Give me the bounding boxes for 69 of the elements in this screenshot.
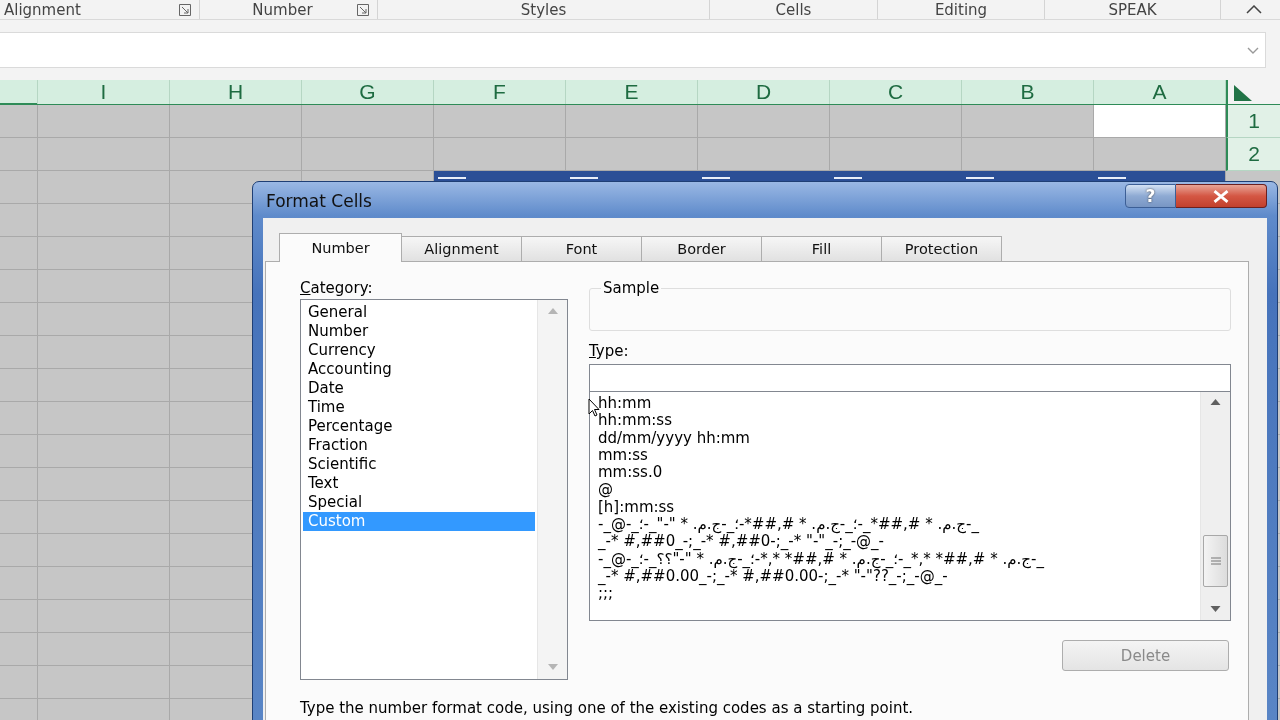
category-list[interactable]: General Number Currency Accounting Date Time Percentage Fraction Scientific Text Special Custom [300, 299, 568, 680]
format-code-item[interactable]: _-* #,##0.00_-;_-* #,##0.00-;_-* "-"??_-;_-@_- [598, 567, 1194, 586]
scroll-down-icon[interactable] [1210, 606, 1221, 612]
hint-text: Type the number format code, using one of the existing codes as a starting point. [300, 699, 914, 717]
column-header[interactable]: H [170, 80, 302, 104]
column-header[interactable]: A [1094, 80, 1226, 104]
dialog-tab[interactable]: Font [521, 236, 642, 261]
type-input-field[interactable] [589, 364, 1231, 392]
scrollbar[interactable] [1200, 392, 1230, 620]
ribbon-group-label: Styles [520, 0, 567, 19]
category-label: Category: [300, 278, 373, 298]
mouse-pointer-icon [588, 398, 600, 417]
dialog-tab[interactable]: Alignment [401, 236, 522, 261]
row-header[interactable]: 2 [1226, 138, 1280, 171]
scroll-up-icon[interactable] [1210, 399, 1221, 405]
ribbon-group-label: Editing [934, 0, 988, 19]
ribbon-group-label: Number [252, 0, 313, 19]
dialog-launcher-icon[interactable] [179, 3, 191, 16]
collapse-ribbon-icon[interactable] [1246, 5, 1262, 14]
category-item[interactable]: Fraction [303, 436, 535, 455]
format-code-item[interactable]: _-* #,##0_-;_-* #,##0-;_-* "-"_-;_-@_- [598, 533, 1194, 551]
close-button[interactable] [1176, 184, 1267, 208]
format-code-item[interactable]: hh:mm [598, 395, 1194, 413]
active-cell[interactable] [1094, 105, 1226, 138]
format-code-item[interactable]: -_@-_؛-_؟؟"-" * .م.ج-_؛-*,* *##,# * .م.ج-_؛-_*,* *##,# * .م.ج-_ [598, 550, 1194, 568]
column-header[interactable]: C [830, 80, 962, 104]
sample-label: Sample [602, 279, 661, 297]
category-item[interactable]: Text [303, 474, 535, 493]
ribbon-group-label: Cells [775, 0, 812, 19]
formula-bar-field[interactable] [0, 32, 1266, 68]
category-item[interactable]: Currency [303, 341, 535, 360]
category-item[interactable]: Percentage [303, 417, 535, 436]
format-code-item[interactable]: dd/mm/yyyy hh:mm [598, 429, 1194, 447]
ribbon-group-label: SPEAK [1108, 0, 1157, 19]
row-header[interactable]: 1 [1226, 105, 1280, 138]
category-item[interactable]: Date [303, 379, 535, 398]
column-header[interactable]: G [302, 80, 434, 104]
format-code-item[interactable]: @ [598, 481, 1194, 499]
dialog-tab[interactable]: Number [279, 233, 402, 262]
format-code-item[interactable]: mm:ss.0 [598, 464, 1194, 482]
format-code-item[interactable]: hh:mm:ss [598, 412, 1194, 430]
ribbon-group-label: Alignment [4, 0, 81, 19]
column-header[interactable]: D [698, 80, 830, 104]
column-header[interactable]: I [38, 80, 170, 104]
column-header[interactable]: F [434, 80, 566, 104]
column-header[interactable]: B [962, 80, 1094, 104]
close-icon [1213, 189, 1229, 203]
dialog-tab[interactable]: Fill [761, 236, 882, 261]
category-item[interactable]: Special [303, 493, 535, 512]
dialog-tab[interactable]: Border [641, 236, 762, 261]
column-header[interactable]: E [566, 80, 698, 104]
category-item[interactable]: Time [303, 398, 535, 417]
category-item[interactable]: Scientific [303, 455, 535, 474]
format-code-item[interactable]: mm:ss [598, 446, 1194, 465]
category-item[interactable]: Number [303, 322, 535, 341]
dialog-tab[interactable]: Protection [881, 236, 1002, 261]
select-all-triangle-icon[interactable] [1234, 85, 1252, 101]
category-item[interactable]: Accounting [303, 360, 535, 379]
format-code-list[interactable] [589, 392, 1231, 621]
type-label: Type: [589, 341, 629, 361]
dialog-launcher-icon[interactable] [357, 3, 369, 16]
format-code-item[interactable]: -_@-_؛-_"-" * .م.ج-_؛-*##,# * .م.ج-_؛-_*##,# * .م.ج-_ [598, 516, 1194, 534]
format-code-item[interactable]: [h]:mm:ss [598, 498, 1194, 517]
expand-caret-icon[interactable] [1247, 46, 1259, 54]
dialog-title: Format Cells [265, 191, 372, 211]
scrollbar-thumb[interactable] [1203, 535, 1228, 587]
grip-lines-icon [1210, 557, 1221, 565]
format-code-item[interactable]: ;;; [598, 585, 1194, 603]
category-item[interactable]: General [303, 303, 535, 322]
